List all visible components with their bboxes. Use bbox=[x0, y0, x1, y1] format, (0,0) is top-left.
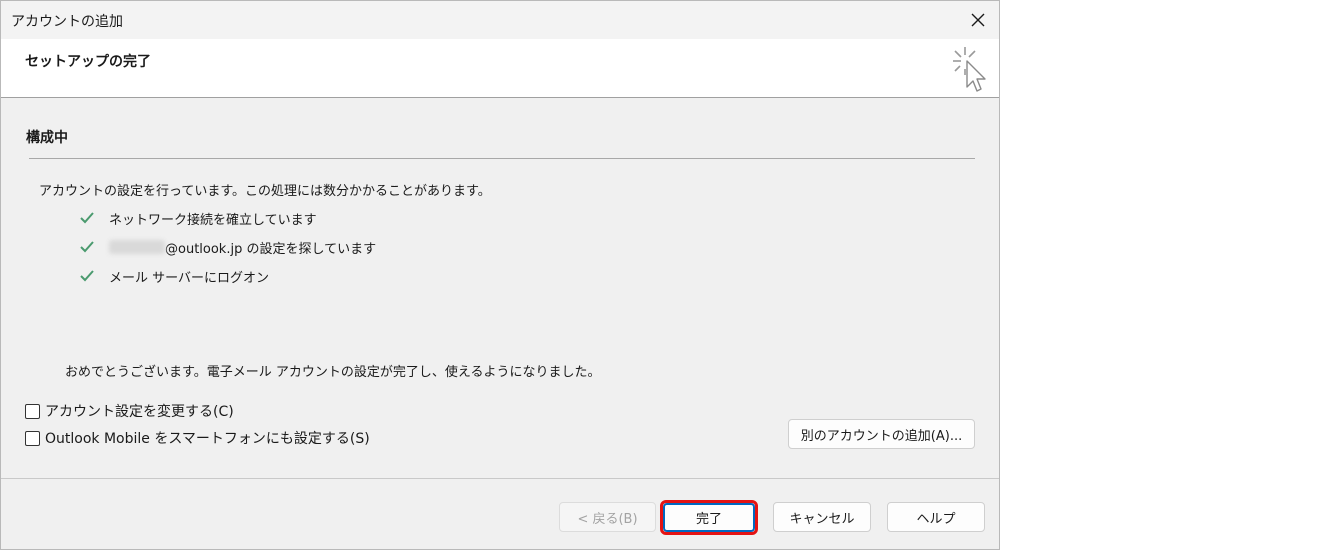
section-title: 構成中 bbox=[26, 130, 68, 146]
title-bar: アカウントの追加 bbox=[1, 1, 999, 39]
cursor-sparkle-icon bbox=[953, 47, 986, 92]
outlook-mobile-checkbox[interactable] bbox=[25, 430, 40, 446]
checkmark-icon bbox=[80, 241, 94, 253]
step-text: ネットワーク接続を確立しています bbox=[109, 212, 317, 228]
close-button[interactable] bbox=[957, 5, 999, 35]
add-another-account-button[interactable]: 別のアカウントの追加(A)... bbox=[788, 419, 975, 449]
checkmark-icon bbox=[80, 212, 94, 224]
checkbox-label: アカウント設定を変更する(C) bbox=[45, 404, 234, 420]
step-item: メール サーバーにログオン bbox=[79, 266, 269, 286]
outlook-mobile-checkbox-row[interactable]: Outlook Mobile をスマートフォンにも設定する(S) bbox=[25, 428, 370, 448]
step-text: メール サーバーにログオン bbox=[109, 270, 270, 286]
change-account-settings-checkbox[interactable] bbox=[25, 403, 40, 419]
add-account-dialog: アカウントの追加 セットアップの完了 構成中 アカウントの設定を行っています。こ… bbox=[0, 0, 1000, 550]
wizard-header: セットアップの完了 bbox=[1, 39, 999, 98]
section-divider bbox=[29, 158, 975, 159]
step-text: @outlook.jp の設定を探しています bbox=[165, 241, 377, 257]
checkbox-label: Outlook Mobile をスマートフォンにも設定する(S) bbox=[45, 431, 370, 447]
step-item: ネットワーク接続を確立しています bbox=[79, 208, 317, 228]
checkmark-icon bbox=[80, 270, 94, 282]
window-title: アカウントの追加 bbox=[11, 14, 123, 30]
finish-button[interactable]: 完了 bbox=[663, 503, 755, 532]
step-item: @outlook.jp の設定を探しています bbox=[79, 237, 376, 257]
close-icon bbox=[971, 13, 985, 27]
change-account-settings-checkbox-row[interactable]: アカウント設定を変更する(C) bbox=[25, 401, 234, 421]
back-button[interactable]: < 戻る(B) bbox=[559, 502, 656, 532]
redacted-username bbox=[109, 240, 165, 254]
completion-message: おめでとうございます。電子メール アカウントの設定が完了し、使えるようになりまし… bbox=[65, 365, 601, 380]
help-button[interactable]: ヘルプ bbox=[887, 502, 985, 532]
configuring-description: アカウントの設定を行っています。この処理には数分かかることがあります。 bbox=[39, 184, 491, 199]
page-title: セットアップの完了 bbox=[25, 54, 151, 70]
footer-separator bbox=[1, 478, 999, 479]
cancel-button[interactable]: キャンセル bbox=[773, 502, 871, 532]
